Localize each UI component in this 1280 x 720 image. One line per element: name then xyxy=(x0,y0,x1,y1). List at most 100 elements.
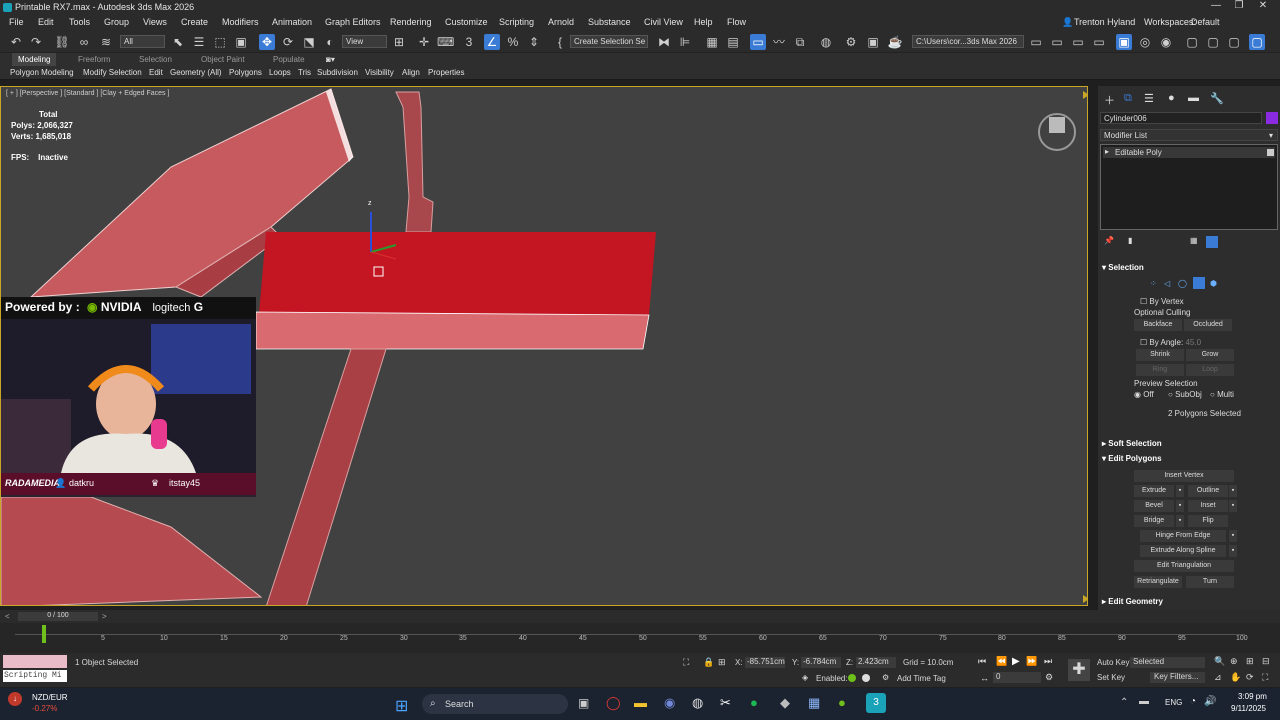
discord-icon[interactable]: ◉ xyxy=(664,695,675,711)
hinge-settings-icon[interactable]: ▪ xyxy=(1229,530,1237,542)
arnold-icon[interactable]: ◎ xyxy=(1137,34,1153,50)
perspective-viewport[interactable]: [ + ] [Perspective ] [Standard ] [Clay +… xyxy=(0,86,1088,606)
percent-snap-icon[interactable]: % xyxy=(505,34,521,50)
by-vertex-checkbox[interactable]: ☐ By Vertex xyxy=(1140,297,1184,306)
maximize-viewport-icon[interactable]: ⛶ xyxy=(1262,672,1268,683)
align-icon[interactable]: ⊫ xyxy=(677,34,693,50)
create-tab-icon[interactable]: ＋ xyxy=(1104,92,1115,108)
next-key-icon[interactable]: ⏩ xyxy=(1026,656,1037,667)
adaptive-degradation-icon[interactable]: ◈ xyxy=(802,673,808,682)
export-icon[interactable]: ▭ xyxy=(1091,34,1107,50)
menu-customize[interactable]: Customize xyxy=(445,17,488,27)
menu-substance[interactable]: Substance xyxy=(588,17,631,27)
rect-selection-icon[interactable]: ⬚ xyxy=(212,34,228,50)
pan-icon[interactable]: ✋ xyxy=(1230,672,1241,683)
tab-object-paint[interactable]: Object Paint xyxy=(201,55,245,64)
time-tag-indicator-icon[interactable] xyxy=(862,674,870,682)
prev-frame-icon[interactable]: < xyxy=(5,612,10,621)
clock-date[interactable]: 9/11/2025 xyxy=(1231,704,1266,713)
ribbon-toggle-icon[interactable]: ▭ xyxy=(750,34,766,50)
by-angle-checkbox[interactable]: ☐ By Angle: 45.0 xyxy=(1140,338,1201,347)
hinge-from-edge-button[interactable]: Hinge From Edge xyxy=(1140,530,1226,542)
menu-civil-view[interactable]: Civil View xyxy=(644,17,683,27)
show-end-result-icon[interactable]: ▮ xyxy=(1128,236,1132,245)
keyboard-shortcut-icon[interactable]: ⌨ xyxy=(437,34,454,50)
tab-freeform[interactable]: Freeform xyxy=(78,55,110,64)
current-frame-marker[interactable] xyxy=(42,625,46,643)
save-icon[interactable]: ▭ xyxy=(1070,34,1086,50)
ribbon-modify-selection[interactable]: Modify Selection xyxy=(83,68,142,77)
key-set-dropdown[interactable]: Selected xyxy=(1130,657,1205,668)
menu-rendering[interactable]: Rendering xyxy=(390,17,432,27)
ribbon-tris[interactable]: Tris xyxy=(298,68,311,77)
taskbar-search[interactable]: ⌕ Search xyxy=(422,694,568,714)
field-of-view-icon[interactable]: ⊿ xyxy=(1214,672,1222,683)
maxscript-listener[interactable] xyxy=(3,655,67,668)
menu-flow[interactable]: Flow xyxy=(727,17,746,27)
placement-icon[interactable]: ◐ xyxy=(322,34,338,50)
soft-selection-rollout[interactable]: ▸ Soft Selection xyxy=(1102,439,1162,448)
extrude-settings-icon[interactable]: ▪ xyxy=(1176,485,1184,497)
outline-settings-icon[interactable]: ▪ xyxy=(1229,485,1237,497)
menu-modifiers[interactable]: Modifiers xyxy=(222,17,259,27)
modifier-stack-item[interactable]: ▸ Editable Poly xyxy=(1103,147,1275,158)
maximize-button[interactable]: ❐ xyxy=(1228,0,1250,15)
tray-app-icon[interactable]: ▬ xyxy=(1139,696,1149,707)
select-manipulate-icon[interactable]: ✛ xyxy=(416,34,432,50)
time-slider-thumb[interactable]: 0 / 100 xyxy=(18,612,98,621)
app-icon-diamond[interactable]: ◆ xyxy=(780,695,790,711)
edit-polygons-rollout[interactable]: ▾ Edit Polygons xyxy=(1102,454,1162,463)
menu-edit[interactable]: Edit xyxy=(38,17,54,27)
material-editor-icon[interactable]: ◍ xyxy=(818,34,834,50)
tab-modeling[interactable]: Modeling xyxy=(12,53,57,66)
utilities-tab-icon[interactable]: 🔧 xyxy=(1210,92,1224,105)
menu-graph-editors[interactable]: Graph Editors xyxy=(325,17,381,27)
3dsmax-taskbar-icon[interactable]: 3 xyxy=(866,693,886,713)
tab-populate[interactable]: Populate xyxy=(273,55,305,64)
viewport-layout-icon[interactable]: ▢ xyxy=(1184,34,1200,50)
user-icon[interactable]: 👤 xyxy=(1062,17,1073,28)
pin-stack-icon[interactable]: 📌 xyxy=(1104,236,1114,245)
go-to-start-icon[interactable]: ⏮ xyxy=(978,656,986,667)
scripting-mini-listener[interactable]: Scripting Mi xyxy=(3,670,67,682)
modify-tab-icon[interactable]: ⧉ xyxy=(1124,92,1132,105)
isolate-icon[interactable]: ⛶ xyxy=(683,657,689,668)
occluded-button[interactable]: Occluded xyxy=(1184,319,1232,331)
workspace-toggle-icon[interactable]: ▢ xyxy=(1249,34,1265,50)
turn-button[interactable]: Turn xyxy=(1186,576,1234,588)
next-frame-icon[interactable]: > xyxy=(102,612,107,621)
network-icon[interactable]: ◔ xyxy=(1190,696,1196,707)
named-selection-dropdown[interactable]: Create Selection Se xyxy=(570,35,648,48)
auto-key-button[interactable]: Auto Key xyxy=(1097,658,1129,667)
razer-icon[interactable]: ● xyxy=(838,695,846,710)
menu-scripting[interactable]: Scripting xyxy=(499,17,534,27)
angle-snap-icon[interactable]: ∠ xyxy=(484,34,500,50)
edge-mode-icon[interactable]: ◁ xyxy=(1164,279,1170,288)
shrink-button[interactable]: Shrink xyxy=(1136,349,1184,361)
move-icon[interactable]: ✥ xyxy=(259,34,275,50)
volume-icon[interactable]: 🔊 xyxy=(1204,696,1216,707)
mirror-icon[interactable]: ⧓ xyxy=(656,34,672,50)
menu-tools[interactable]: Tools xyxy=(69,17,90,27)
scale-icon[interactable]: ⬔ xyxy=(301,34,317,50)
x-coordinate-field[interactable]: -85.751cm xyxy=(745,657,785,668)
scene-explorer-icon[interactable]: ▦ xyxy=(704,34,720,50)
set-key-button[interactable]: Set Key xyxy=(1097,673,1125,682)
bevel-settings-icon[interactable]: ▪ xyxy=(1176,500,1184,512)
render-icon[interactable]: ☕ xyxy=(887,34,903,50)
extrude-along-spline-button[interactable]: Extrude Along Spline xyxy=(1140,545,1226,557)
ribbon-polygons[interactable]: Polygons xyxy=(229,68,262,77)
flip-button[interactable]: Flip xyxy=(1188,515,1228,527)
time-slider[interactable]: < 0 / 100 > xyxy=(0,610,1280,623)
inset-button[interactable]: Inset xyxy=(1188,500,1228,512)
loop-button[interactable]: Loop xyxy=(1186,364,1234,376)
viewport-label[interactable]: [ + ] [Perspective ] [Standard ] [Clay +… xyxy=(6,90,169,97)
ring-button[interactable]: Ring xyxy=(1136,364,1184,376)
edit-triangulation-button[interactable]: Edit Triangulation xyxy=(1134,560,1234,572)
y-coordinate-field[interactable]: -6.784cm xyxy=(801,657,841,668)
preview-off-radio[interactable]: ◉ Off xyxy=(1134,390,1154,399)
bevel-button[interactable]: Bevel xyxy=(1134,500,1174,512)
object-color-swatch[interactable] xyxy=(1266,112,1278,124)
outline-button[interactable]: Outline xyxy=(1188,485,1228,497)
extrude-button[interactable]: Extrude xyxy=(1134,485,1174,497)
